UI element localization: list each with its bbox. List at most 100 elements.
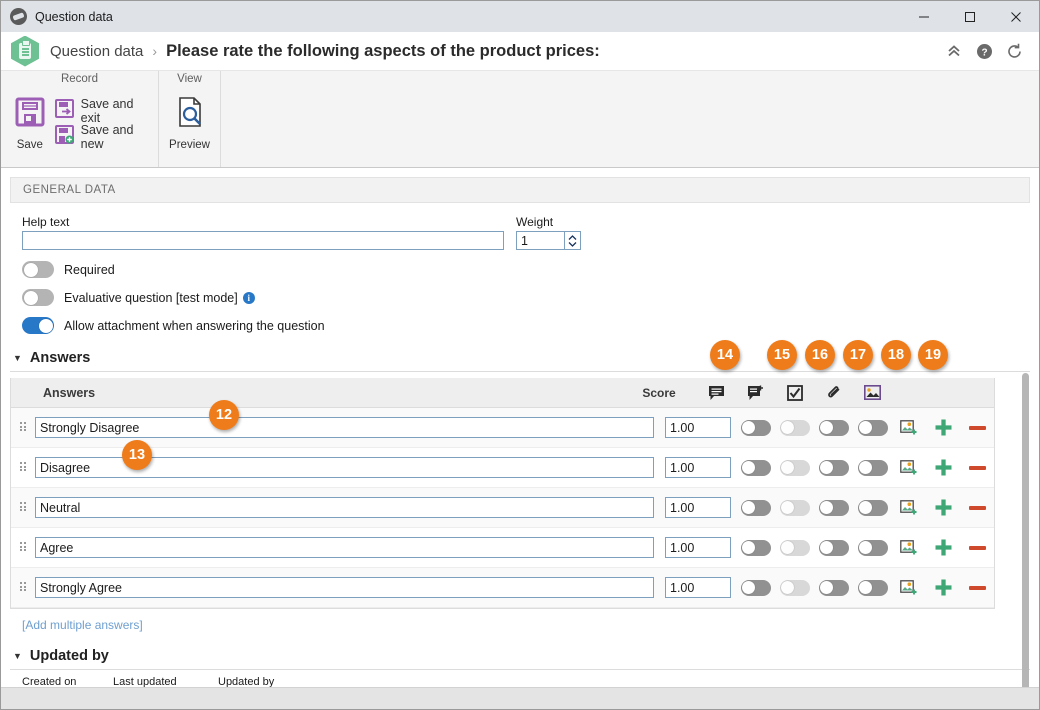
answer-toggle-1[interactable] <box>779 539 810 556</box>
answer-toggle-0[interactable] <box>740 579 771 596</box>
remove-answer-row-button[interactable] <box>960 545 994 550</box>
allow-attachment-toggle[interactable] <box>22 317 54 334</box>
answer-text-input[interactable] <box>35 537 654 558</box>
answer-text-cell <box>35 417 660 438</box>
evaluative-question-label: Evaluative question [test mode] <box>64 290 238 305</box>
answer-toggle-1[interactable] <box>779 579 810 596</box>
answer-switch-cell-2 <box>814 539 853 556</box>
weight-input[interactable] <box>516 231 564 250</box>
comment-icon[interactable] <box>697 385 736 401</box>
answer-toggle-2[interactable] <box>818 579 849 596</box>
help-circle-icon[interactable]: ? <box>969 36 999 66</box>
answer-toggle-0[interactable] <box>740 499 771 516</box>
clipboard-hexagon-icon <box>11 35 39 67</box>
answer-toggle-1[interactable] <box>779 459 810 476</box>
answer-toggle-2[interactable] <box>818 499 849 516</box>
answer-toggle-3[interactable] <box>857 499 888 516</box>
header-bar: Question data › Please rate the followin… <box>1 32 1039 71</box>
ribbon-group-view: View Preview <box>159 71 221 167</box>
paperclip-icon[interactable] <box>814 385 853 401</box>
refresh-icon[interactable] <box>999 36 1029 66</box>
answers-section-header[interactable]: ▼ Answers <box>10 350 1030 372</box>
answer-text-input[interactable] <box>35 417 654 438</box>
answer-rows-container <box>11 408 994 608</box>
table-row <box>11 488 994 528</box>
answer-toggle-0[interactable] <box>740 419 771 436</box>
remove-answer-row-button[interactable] <box>960 425 994 430</box>
callout-badge-17: 17 <box>843 340 873 370</box>
add-answer-row-button[interactable] <box>926 498 960 517</box>
answer-score-input[interactable] <box>665 457 731 478</box>
globe-icon <box>10 8 27 25</box>
answer-switch-cell-3 <box>853 499 892 516</box>
answer-score-input[interactable] <box>665 497 731 518</box>
answer-toggle-2[interactable] <box>818 539 849 556</box>
row-drag-handle[interactable] <box>11 462 35 473</box>
evaluative-question-toggle[interactable] <box>22 289 54 306</box>
answer-add-image-button[interactable] <box>892 419 926 436</box>
answer-switch-cell-1 <box>775 459 814 476</box>
answer-add-image-button[interactable] <box>892 539 926 556</box>
answer-score-input[interactable] <box>665 417 731 438</box>
col-answers-label: Answers <box>43 385 96 400</box>
answer-add-image-button[interactable] <box>892 499 926 516</box>
answer-add-image-button[interactable] <box>892 579 926 596</box>
answers-section-title: Answers <box>29 350 91 366</box>
answer-toggle-1[interactable] <box>779 499 810 516</box>
row-drag-handle[interactable] <box>11 502 35 513</box>
form-body: GENERAL DATA Help text Weight 1 Required… <box>1 168 1039 687</box>
checkbox-checked-icon[interactable] <box>775 384 814 401</box>
image-icon[interactable] <box>853 385 892 400</box>
add-answer-row-button[interactable] <box>926 538 960 557</box>
save-and-new-button[interactable]: Save and new <box>53 123 152 151</box>
updated-by-label: Updated by <box>218 676 275 687</box>
answer-score-input[interactable] <box>665 537 731 558</box>
double-chevron-up-icon[interactable] <box>939 36 969 66</box>
answer-toggle-2[interactable] <box>818 419 849 436</box>
answer-score-input[interactable] <box>665 577 731 598</box>
answer-toggle-3[interactable] <box>857 459 888 476</box>
answer-toggle-3[interactable] <box>857 579 888 596</box>
answer-toggle-3[interactable] <box>857 419 888 436</box>
save-and-exit-button[interactable]: Save and exit <box>53 97 152 125</box>
preview-button[interactable]: Preview <box>165 92 214 151</box>
drag-dots-icon <box>19 422 27 433</box>
add-answer-row-button[interactable] <box>926 418 960 437</box>
weight-stepper[interactable] <box>564 231 581 250</box>
updated-by-section-header[interactable]: ▼ Updated by <box>10 648 1030 670</box>
breadcrumb-root[interactable]: Question data <box>50 43 143 60</box>
required-toggle[interactable] <box>22 261 54 278</box>
remove-answer-row-button[interactable] <box>960 465 994 470</box>
answer-text-input[interactable] <box>35 497 654 518</box>
answer-text-input[interactable] <box>35 577 654 598</box>
remove-answer-row-button[interactable] <box>960 585 994 590</box>
answer-switch-cell-0 <box>736 459 775 476</box>
vertical-scrollbar[interactable] <box>1022 373 1029 687</box>
remove-answer-row-button[interactable] <box>960 505 994 510</box>
help-text-input[interactable] <box>22 231 504 250</box>
row-drag-handle[interactable] <box>11 542 35 553</box>
minimize-button[interactable] <box>901 1 947 32</box>
row-drag-handle[interactable] <box>11 422 35 433</box>
scrollbar-thumb[interactable] <box>1022 373 1029 687</box>
answer-toggle-0[interactable] <box>740 539 771 556</box>
help-text-field: Help text <box>22 215 504 250</box>
row-drag-handle[interactable] <box>11 582 35 593</box>
ribbon-group-record-title: Record <box>60 73 99 85</box>
drag-dots-icon <box>19 582 27 593</box>
add-answer-row-button[interactable] <box>926 458 960 477</box>
answer-toggle-0[interactable] <box>740 459 771 476</box>
maximize-button[interactable] <box>947 1 993 32</box>
footer-ghost-text <box>121 703 124 709</box>
save-button[interactable]: Save <box>7 92 53 151</box>
add-answer-row-button[interactable] <box>926 578 960 597</box>
answer-toggle-2[interactable] <box>818 459 849 476</box>
close-button[interactable] <box>993 1 1039 32</box>
info-icon[interactable]: i <box>242 291 255 304</box>
answer-switch-cell-2 <box>814 499 853 516</box>
add-multiple-answers-link[interactable]: [Add multiple answers] <box>10 618 1030 632</box>
answer-add-image-button[interactable] <box>892 459 926 476</box>
answer-toggle-3[interactable] <box>857 539 888 556</box>
answer-toggle-1[interactable] <box>779 419 810 436</box>
comment-add-icon[interactable] <box>736 385 775 401</box>
